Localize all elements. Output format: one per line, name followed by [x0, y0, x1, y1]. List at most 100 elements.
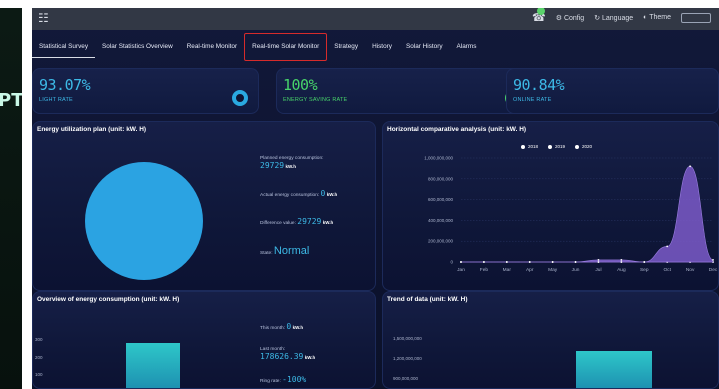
x-tick-label: May: [548, 267, 558, 273]
energy-consumption-panel: Overview of energy consumption (unit: kW…: [32, 291, 376, 389]
data-point[interactable]: [666, 245, 669, 248]
y-tick-label: 1,000,000,000: [424, 156, 453, 161]
last-month-value: 178626.39: [260, 352, 304, 361]
theme-label: Theme: [649, 14, 671, 21]
kpi-energy-saving-rate: 100% ENERGY SAVING RATE: [276, 68, 532, 114]
state-label: State:: [260, 251, 273, 256]
this-month-label: This month:: [260, 326, 286, 331]
y-tick: 1,500,000,000: [393, 336, 422, 341]
y-tick: 100: [35, 372, 43, 377]
tab-solar-history[interactable]: Solar History: [399, 37, 450, 57]
background-window-text: PT: [0, 90, 22, 111]
data-point[interactable]: [483, 261, 485, 263]
tab-alarms[interactable]: Alarms: [450, 37, 484, 57]
difference-value-row: Difference value: 29729 kW.h: [260, 217, 333, 226]
y-tick: 900,000,000: [393, 376, 419, 381]
tab-strategy[interactable]: Strategy: [327, 37, 365, 57]
x-tick-label: Jun: [572, 267, 580, 273]
actual-unit: kW.h: [326, 192, 338, 197]
kpi-online-rate: 90.84% ONLINE RATE: [506, 68, 719, 114]
y-tick-label: 400,000,000: [428, 218, 454, 223]
tab-real-time-monitor[interactable]: Real-time Monitor: [180, 37, 244, 57]
dashboard-window: ☷ ☎ ⚙ Config ↻ Language ◐ Theme Statisti…: [32, 8, 719, 389]
ring-rate-value: -100%: [282, 375, 307, 384]
kpi-label: LIGHT RATE: [39, 97, 73, 103]
actual-consumption: Actual energy consumption: 0 kW.h: [260, 189, 337, 198]
notification-icon[interactable]: ☎: [532, 8, 546, 24]
energy-plan-panel: Energy utilization plan (unit: kW. H) Pl…: [32, 121, 376, 291]
theme-button[interactable]: ◐ Theme: [643, 14, 671, 21]
x-tick-label: Mar: [503, 267, 512, 273]
top-bar: ☷ ☎ ⚙ Config ↻ Language ◐ Theme: [32, 8, 719, 30]
series-area-2020[interactable]: [461, 166, 714, 263]
actual-label: Actual energy consumption:: [260, 193, 320, 198]
user-menu[interactable]: [681, 12, 711, 23]
kpi-value: 93.07%: [39, 76, 91, 94]
panel-title: Trend of data (unit: kW. H): [387, 296, 468, 303]
y-tick: 200: [35, 355, 43, 360]
x-tick-label: Oct: [663, 267, 671, 273]
difference-unit: kW.h: [322, 220, 334, 225]
data-point[interactable]: [620, 261, 623, 263]
data-point[interactable]: [528, 261, 531, 263]
user-icon[interactable]: ☷: [38, 11, 49, 25]
difference-value: 29729: [297, 217, 322, 226]
trend-bar: [576, 351, 652, 388]
data-point[interactable]: [597, 261, 600, 263]
x-tick-label: Jul: [595, 267, 601, 273]
y-tick-label: 600,000,000: [428, 197, 454, 202]
ring-rate-row: Ring rate: -100%: [260, 375, 306, 384]
data-point[interactable]: [620, 259, 623, 261]
data-point[interactable]: [505, 261, 508, 263]
y-tick: 1,200,000,000: [393, 356, 422, 361]
ring-icon: [232, 90, 248, 106]
kpi-light-rate: 93.07% LIGHT RATE: [32, 68, 259, 114]
trend-panel: Trend of data (unit: kW. H) 1,500,000,00…: [382, 291, 719, 389]
language-button[interactable]: ↻ Language: [594, 14, 633, 22]
data-point[interactable]: [574, 261, 577, 263]
data-point[interactable]: [597, 259, 600, 261]
this-month-value: 0: [286, 322, 292, 331]
y-tick-label: 0: [450, 260, 453, 265]
kpi-value: 100%: [283, 76, 318, 94]
x-tick-label: Feb: [480, 267, 489, 273]
panel-title: Overview of energy consumption (unit: kW…: [37, 296, 180, 303]
data-point[interactable]: [712, 259, 714, 261]
consumption-bar: [126, 343, 180, 388]
y-tick-label: 800,000,000: [428, 176, 454, 181]
kpi-label: ONLINE RATE: [513, 97, 552, 103]
area-chart: 1,000,000,000 800,000,000 600,000,000 400,0…: [424, 156, 718, 274]
data-point[interactable]: [551, 261, 554, 263]
horizontal-analysis-panel: Horizontal comparative analysis (unit: k…: [382, 121, 719, 291]
data-point[interactable]: [643, 261, 646, 263]
x-tick-label: Aug: [617, 267, 626, 273]
last-month-row: Last month: 178626.39 kW.h: [260, 347, 315, 361]
tab-history[interactable]: History: [365, 37, 399, 57]
planned-consumption: Planned energy consumption: 29729 kW.h: [260, 156, 323, 170]
pie-chart-slice: [85, 162, 203, 280]
planned-unit: kW.h: [285, 164, 296, 169]
this-month-row: This month: 0 kW.h: [260, 322, 303, 331]
last-month-unit: kW.h: [304, 355, 316, 360]
data-point[interactable]: [460, 261, 462, 263]
main-nav: Statistical Survey Solar Statistics Over…: [32, 33, 484, 61]
planned-value: 29729: [260, 161, 285, 170]
data-point[interactable]: [689, 165, 691, 168]
y-tick: 300: [35, 337, 43, 342]
config-button[interactable]: ⚙ Config: [556, 14, 584, 22]
config-label: Config: [563, 14, 585, 22]
tab-solar-statistics-overview[interactable]: Solar Statistics Overview: [95, 37, 180, 57]
tab-real-time-solar-monitor[interactable]: Real-time Solar Monitor: [244, 33, 328, 61]
ring-rate-label: Ring rate:: [260, 379, 281, 384]
x-tick-label: Jan: [457, 267, 465, 273]
kpi-value: 90.84%: [513, 76, 565, 94]
difference-label: Difference value:: [260, 221, 296, 226]
this-month-unit: kW.h: [292, 325, 304, 330]
state-row: State: Normal: [260, 245, 309, 257]
panel-title: Energy utilization plan (unit: kW. H): [37, 126, 147, 133]
x-tick-label: Sep: [640, 267, 649, 273]
x-tick-label: Nov: [686, 267, 695, 273]
actual-value: 0: [320, 189, 326, 198]
tab-statistical-survey[interactable]: Statistical Survey: [32, 37, 96, 58]
notification-badge: [537, 8, 546, 15]
